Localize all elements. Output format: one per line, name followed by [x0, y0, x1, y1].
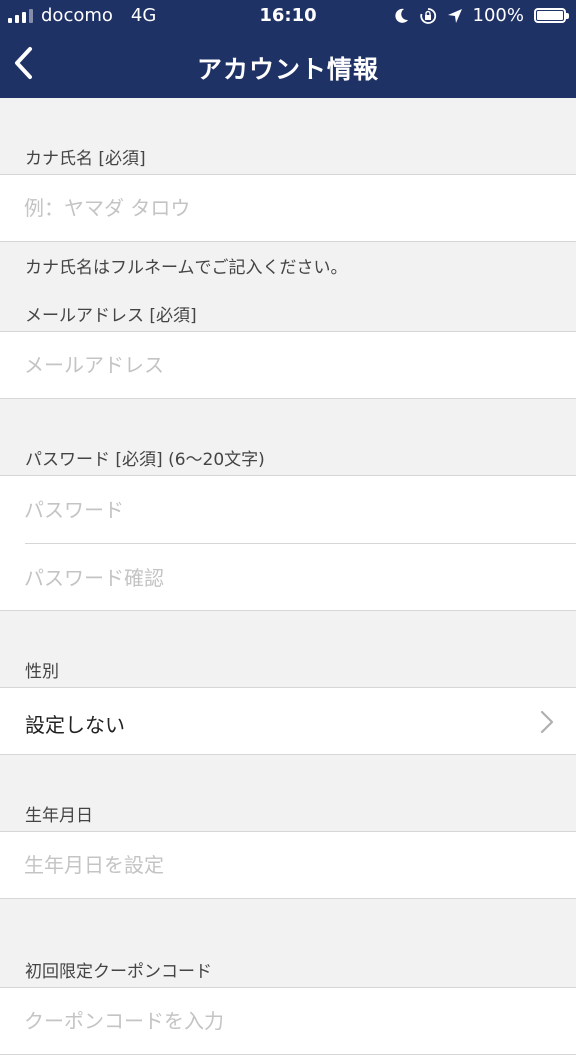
birthday-field — [0, 831, 576, 899]
page-title: アカウント情報 — [196, 55, 379, 84]
gender-select[interactable]: 設定しない — [0, 687, 576, 755]
kana-name-label: カナ氏名 [必須] — [25, 149, 146, 169]
status-right: 100% — [394, 5, 569, 26]
birthday-input[interactable] — [24, 832, 544, 898]
location-arrow-icon — [447, 8, 462, 23]
moon-icon — [394, 8, 408, 23]
battery-percent: 100% — [472, 5, 524, 26]
coupon-field — [0, 987, 576, 1055]
password-label: パスワード [必須] (6〜20文字) — [25, 450, 265, 470]
chevron-right-icon — [540, 710, 554, 734]
nav-bar: アカウント情報 — [0, 32, 576, 98]
app-header: docomo 4G 16:10 100% アカウント情報 — [0, 0, 576, 98]
password-input[interactable] — [24, 476, 544, 543]
kana-name-input[interactable] — [24, 175, 544, 241]
kana-name-hint: カナ氏名はフルネームでご記入ください。 — [25, 258, 348, 278]
password-confirm-input[interactable] — [24, 544, 544, 611]
coupon-input[interactable] — [24, 988, 544, 1054]
birthday-label: 生年月日 — [25, 806, 93, 826]
password-group — [0, 475, 576, 611]
orientation-lock-icon — [419, 7, 436, 24]
email-field — [0, 331, 576, 399]
status-bar: docomo 4G 16:10 100% — [0, 0, 576, 32]
battery-fill — [537, 11, 563, 20]
gender-label: 性別 — [25, 662, 59, 682]
coupon-label: 初回限定クーポンコード — [25, 962, 212, 982]
battery-icon — [534, 8, 569, 23]
email-label: メールアドレス [必須] — [25, 306, 197, 326]
email-input[interactable] — [24, 332, 544, 398]
kana-name-field — [0, 174, 576, 242]
gender-value: 設定しない — [25, 713, 125, 737]
